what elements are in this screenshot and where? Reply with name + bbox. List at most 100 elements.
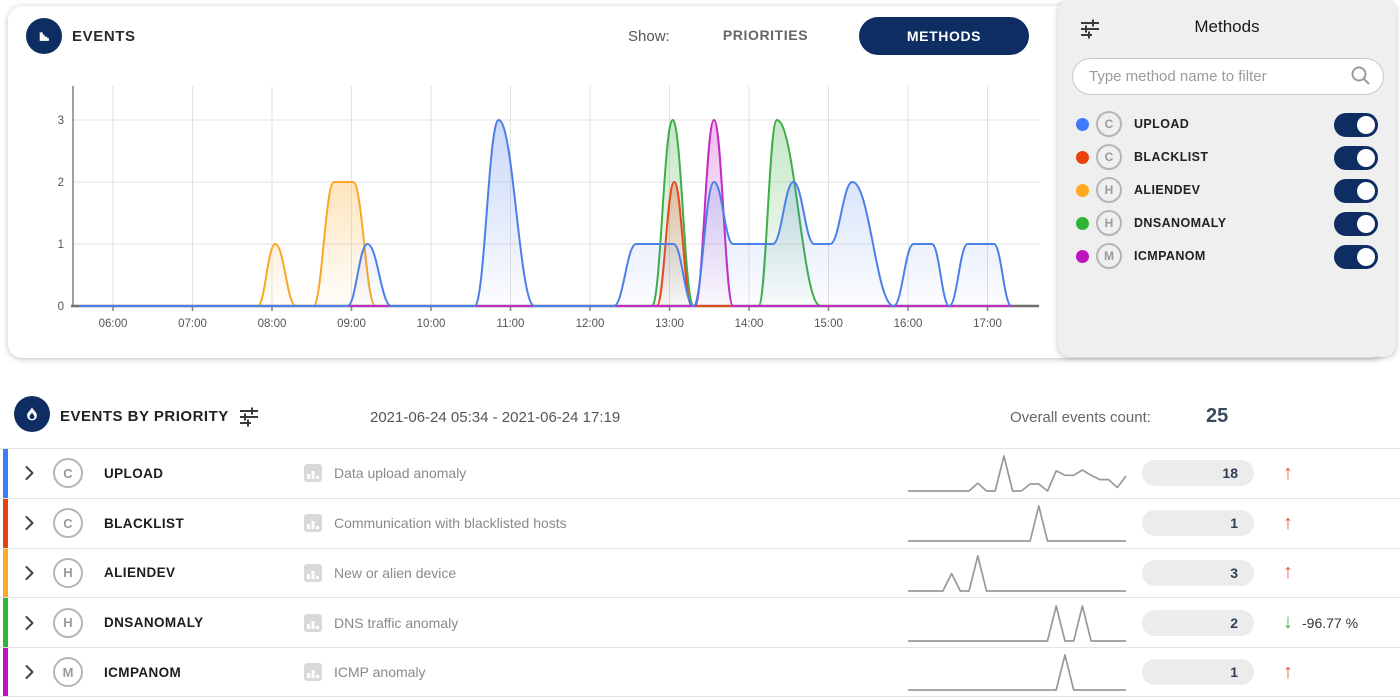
mini-chart-icon bbox=[304, 663, 322, 681]
method-filter-input[interactable] bbox=[1072, 58, 1384, 95]
priority-letter-badge: C bbox=[53, 508, 83, 538]
expand-chevron-icon[interactable] bbox=[24, 614, 40, 632]
toggle-knob bbox=[1357, 182, 1375, 200]
trend-up-icon: ↑ bbox=[1274, 462, 1302, 485]
priority-row-name: BLACKLIST bbox=[104, 516, 304, 531]
method-item-dnsanomaly[interactable]: HDNSANOMALY bbox=[1058, 207, 1396, 240]
svg-text:14:00: 14:00 bbox=[735, 318, 764, 330]
method-toggle-icmpanom[interactable] bbox=[1334, 245, 1378, 269]
svg-text:17:00: 17:00 bbox=[973, 318, 1002, 330]
method-item-blacklist[interactable]: C BLACKLIST bbox=[1058, 141, 1396, 174]
method-item-aliendev[interactable]: H ALIENDEV bbox=[1058, 174, 1396, 207]
method-label: DNSANOMALY bbox=[1134, 216, 1226, 230]
date-range: 2021-06-24 05:34 - 2021-06-24 17:19 bbox=[370, 409, 620, 426]
priority-letter-badge: C bbox=[1096, 144, 1122, 170]
trend-up-icon: ↑ bbox=[1274, 661, 1302, 684]
mini-chart-icon bbox=[304, 614, 322, 632]
methods-panel: Methods C UPLOAD C BLACKLIST H ALIENDEV HDNSAN… bbox=[1058, 0, 1396, 357]
trend-percent: -96.77 % bbox=[1302, 615, 1388, 631]
svg-text:1: 1 bbox=[58, 239, 64, 251]
event-count-badge: 2 bbox=[1142, 610, 1254, 636]
expand-chevron-icon[interactable] bbox=[24, 514, 40, 532]
event-count-badge: 1 bbox=[1142, 510, 1254, 536]
priority-color-strip bbox=[3, 449, 8, 498]
priority-row-sparkline bbox=[904, 649, 1134, 695]
priority-row-aliendev[interactable]: H ALIENDEV New or alien device 3 ↑ bbox=[0, 548, 1400, 598]
priority-letter-badge: C bbox=[1096, 111, 1122, 137]
toggle-knob bbox=[1357, 248, 1375, 266]
priority-row-description: New or alien device bbox=[334, 565, 904, 581]
event-count-badge: 18 bbox=[1142, 460, 1254, 486]
search-icon bbox=[1350, 65, 1372, 87]
svg-text:10:00: 10:00 bbox=[417, 318, 446, 330]
method-toggle-dnsanomaly[interactable] bbox=[1334, 212, 1378, 236]
priority-filter-settings-button[interactable] bbox=[237, 404, 261, 428]
tab-methods[interactable]: METHODS bbox=[859, 17, 1029, 55]
overall-events-count-value: 25 bbox=[1206, 405, 1228, 428]
svg-text:07:00: 07:00 bbox=[178, 318, 207, 330]
methods-panel-title: Methods bbox=[1058, 17, 1396, 37]
priority-row-upload[interactable]: C UPLOAD Data upload anomaly 18 ↑ bbox=[0, 448, 1400, 498]
priority-row-dnsanomaly[interactable]: HDNSANOMALYDNS traffic anomaly2↓-96.77 % bbox=[0, 597, 1400, 647]
method-item-upload[interactable]: C UPLOAD bbox=[1058, 108, 1396, 141]
events-panel-title: EVENTS bbox=[72, 28, 136, 45]
expand-chevron-icon[interactable] bbox=[24, 663, 40, 681]
svg-text:16:00: 16:00 bbox=[894, 318, 923, 330]
priority-color-strip bbox=[3, 598, 8, 647]
histogram-icon bbox=[33, 25, 55, 47]
priority-row-name: UPLOAD bbox=[104, 466, 304, 481]
method-label: ICMPANOM bbox=[1134, 249, 1206, 263]
show-label: Show: bbox=[628, 28, 670, 45]
method-color-dot bbox=[1076, 217, 1089, 230]
svg-text:0: 0 bbox=[58, 301, 64, 313]
flame-icon bbox=[21, 403, 43, 425]
svg-text:08:00: 08:00 bbox=[258, 318, 287, 330]
method-color-dot bbox=[1076, 118, 1089, 131]
toggle-knob bbox=[1357, 116, 1375, 134]
priority-row-description: DNS traffic anomaly bbox=[334, 615, 904, 631]
priority-color-strip bbox=[3, 549, 8, 598]
priority-row-sparkline bbox=[904, 600, 1134, 646]
overall-events-count-label: Overall events count: bbox=[1010, 409, 1151, 426]
trend-up-icon: ↑ bbox=[1274, 561, 1302, 584]
mini-chart-icon bbox=[304, 464, 322, 482]
expand-chevron-icon[interactable] bbox=[24, 564, 40, 582]
priority-row-description: Data upload anomaly bbox=[334, 465, 904, 481]
method-color-dot bbox=[1076, 151, 1089, 164]
priority-letter-badge: H bbox=[1096, 177, 1122, 203]
priority-panel-title: EVENTS BY PRIORITY bbox=[60, 408, 229, 425]
events-area-chart: 012306:0007:0008:0009:0010:0011:0012:001… bbox=[16, 68, 1066, 344]
expand-chevron-icon[interactable] bbox=[24, 464, 40, 482]
priority-letter-badge: H bbox=[53, 558, 83, 588]
method-toggle-aliendev[interactable] bbox=[1334, 179, 1378, 203]
svg-text:09:00: 09:00 bbox=[337, 318, 366, 330]
priority-row-description: Communication with blacklisted hosts bbox=[334, 515, 904, 531]
method-label: BLACKLIST bbox=[1134, 150, 1208, 164]
method-filter bbox=[1072, 58, 1384, 95]
method-color-dot bbox=[1076, 184, 1089, 197]
series-fill-upload bbox=[79, 120, 1012, 306]
svg-text:06:00: 06:00 bbox=[99, 318, 128, 330]
method-toggle-upload[interactable] bbox=[1334, 113, 1378, 137]
svg-text:2: 2 bbox=[58, 177, 64, 189]
tab-priorities[interactable]: PRIORITIES bbox=[713, 27, 818, 43]
method-label: ALIENDEV bbox=[1134, 183, 1200, 197]
toggle-knob bbox=[1357, 215, 1375, 233]
priority-row-icmpanom[interactable]: MICMPANOMICMP anomaly1↑ bbox=[0, 647, 1400, 697]
event-count-badge: 3 bbox=[1142, 560, 1254, 586]
svg-text:12:00: 12:00 bbox=[576, 318, 605, 330]
method-item-icmpanom[interactable]: MICMPANOM bbox=[1058, 240, 1396, 273]
priority-letter-badge: C bbox=[53, 458, 83, 488]
trend-up-icon: ↑ bbox=[1274, 512, 1302, 535]
method-toggle-blacklist[interactable] bbox=[1334, 146, 1378, 170]
trend-down-icon: ↓ bbox=[1274, 611, 1302, 634]
method-label: UPLOAD bbox=[1134, 117, 1189, 131]
priority-row-name: ALIENDEV bbox=[104, 565, 304, 580]
priority-rows: CUPLOADData upload anomaly18↑CBLACKLISTC… bbox=[0, 448, 1400, 697]
priority-row-blacklist[interactable]: C BLACKLIST Communication with blacklisted… bbox=[0, 498, 1400, 548]
svg-text:3: 3 bbox=[58, 115, 64, 127]
priority-row-name: ICMPANOM bbox=[104, 665, 304, 680]
events-by-priority-header: EVENTS BY PRIORITY 2021-06-24 05:34 - 20… bbox=[0, 388, 1400, 448]
events-panel-icon bbox=[26, 18, 62, 54]
mini-chart-icon bbox=[304, 514, 322, 532]
